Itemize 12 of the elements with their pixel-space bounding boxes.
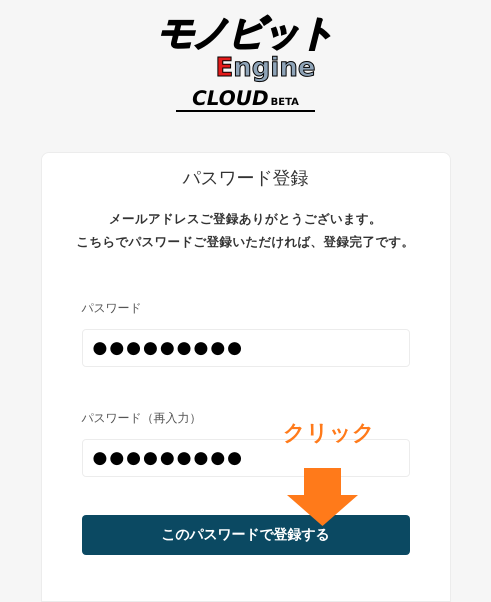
register-button[interactable]: このパスワードで登録する [82, 515, 410, 555]
field-label: パスワード [82, 300, 142, 317]
logo-beta: BETA [270, 96, 299, 110]
logo-cloud: CLOUD [192, 86, 269, 110]
field-label: パスワード（再入力） [82, 410, 202, 427]
message-text: メールアドレスご登録ありがとうございます。 [109, 210, 382, 228]
password-field[interactable]: ●●●●●●●●● [82, 329, 410, 367]
form-title: パスワード登録 [182, 167, 308, 191]
down-arrow-icon [287, 468, 358, 526]
logo-katakana: モノビット [157, 14, 334, 54]
logo-engine: Engine [216, 54, 316, 82]
message-text: こちらでパスワードご登録いただければ、登録完了です。 [76, 233, 414, 251]
